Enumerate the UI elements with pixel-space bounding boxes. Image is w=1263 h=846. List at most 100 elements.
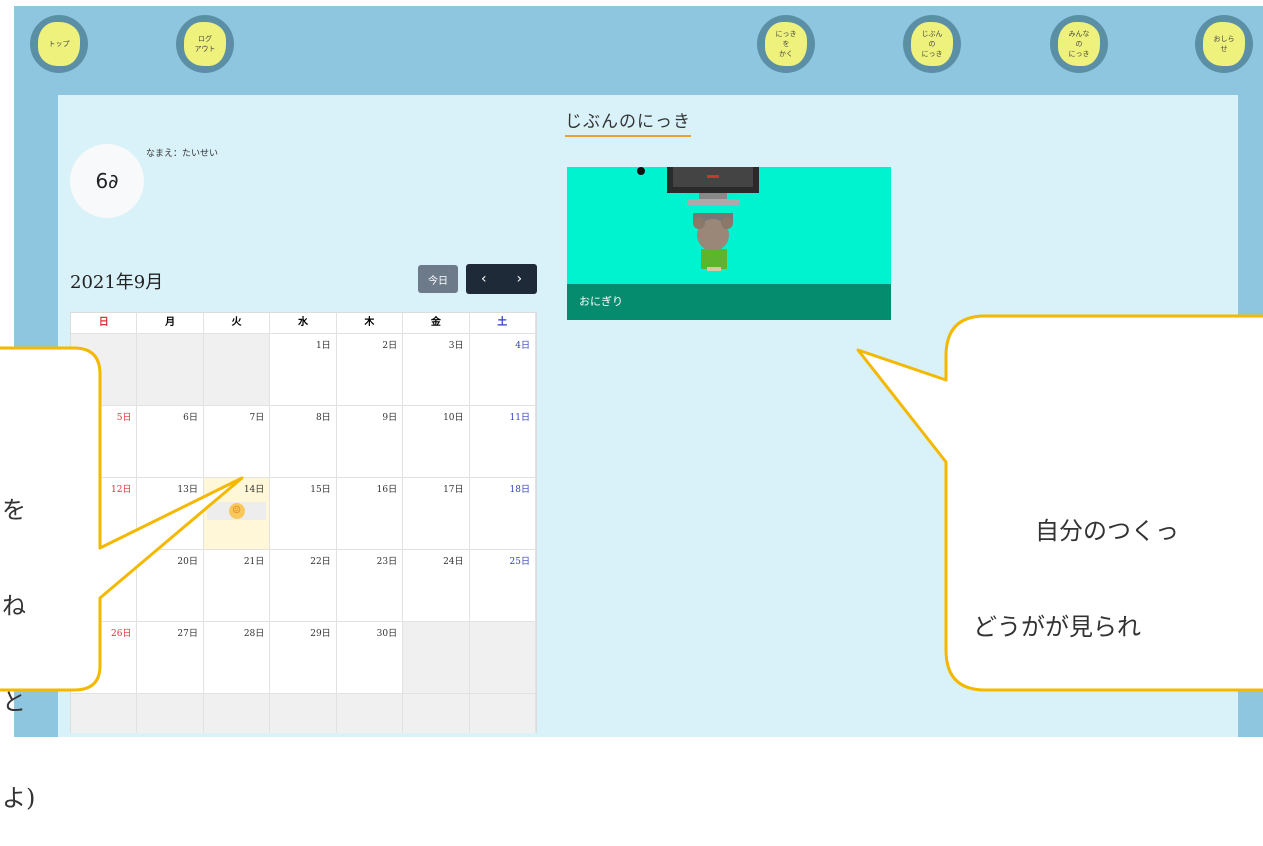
calendar-day-cell xyxy=(336,693,404,733)
calendar-day-cell[interactable]: 17日 xyxy=(403,477,470,549)
nav-news-button[interactable]: おしら せ xyxy=(1195,15,1253,73)
calendar-day-cell[interactable]: 30日 xyxy=(336,621,404,693)
today-button[interactable]: 今日 xyxy=(418,265,458,293)
callout-left-line: と xyxy=(2,688,26,716)
calendar-day-cell xyxy=(270,693,337,733)
nav-my-diary-button[interactable]: じぶん の にっき xyxy=(903,15,961,73)
calendar-day-cell[interactable]: 19日 xyxy=(71,549,138,621)
calendar-week: 12日 13日 14日 ☺ 15日 16日 17日 18日 xyxy=(71,477,536,549)
day-number: 30日 xyxy=(376,629,398,639)
calendar-day-cell xyxy=(403,693,470,733)
diary-thumbnail xyxy=(567,167,891,284)
nav-logout-button[interactable]: ログ アウト xyxy=(176,15,234,73)
calendar-week: 26日 27日 28日 29日 30日 xyxy=(71,621,536,693)
next-month-button[interactable]: › xyxy=(510,271,528,287)
diary-entry-marker[interactable]: ☺ xyxy=(206,502,267,520)
calendar-day-cell xyxy=(71,333,138,405)
calendar-day-cell[interactable]: 3日 xyxy=(403,333,470,405)
day-number: 1日 xyxy=(315,341,331,351)
day-number: 5日 xyxy=(116,413,132,423)
calendar-day-cell[interactable]: 4日 xyxy=(469,333,536,405)
calendar-day-cell[interactable]: 9日 xyxy=(336,405,404,477)
day-number: 21日 xyxy=(243,557,265,567)
nav-top-button[interactable]: トップ xyxy=(30,15,88,73)
nav-write-diary-button[interactable]: にっき を かく xyxy=(757,15,815,73)
calendar-day-cell[interactable]: 10日 xyxy=(403,405,470,477)
calendar-day-cell xyxy=(203,693,271,733)
calendar-day-cell[interactable]: 15日 xyxy=(270,477,337,549)
nav-logout-label: ログ アウト xyxy=(184,22,226,66)
calendar-day-cell[interactable]: 24日 xyxy=(403,549,470,621)
callout-left-line: を xyxy=(2,496,26,524)
calendar-day-cell[interactable]: 25日 xyxy=(469,549,536,621)
nav-my-diary-label: じぶん の にっき xyxy=(911,22,953,66)
day-number: 24日 xyxy=(443,557,464,567)
calendar-day-cell[interactable]: 5日 xyxy=(71,405,138,477)
day-number: 16日 xyxy=(376,485,398,495)
callout-left-text: を ね と よ) xyxy=(2,430,35,846)
calendar-day-cell[interactable]: 8日 xyxy=(270,405,337,477)
calendar-day-cell[interactable]: 21日 xyxy=(203,549,271,621)
nav-news-label: おしら せ xyxy=(1203,22,1245,66)
calendar-day-cell[interactable]: 2日 xyxy=(336,333,404,405)
day-number: 7日 xyxy=(249,413,265,423)
day-number: 19日 xyxy=(110,557,132,567)
day-number: 18日 xyxy=(509,485,530,495)
calendar-day-cell xyxy=(137,693,204,733)
avatar: 6∂ xyxy=(70,144,144,218)
calendar-day-cell[interactable]: 29日 xyxy=(270,621,337,693)
month-nav-group: ‹ › xyxy=(466,264,537,294)
nav-everyone-diary-label: みんな の にっき xyxy=(1058,22,1100,66)
calendar-day-cell[interactable]: 11日 xyxy=(469,405,536,477)
day-number: 2日 xyxy=(382,341,398,351)
weekday-wed: 水 xyxy=(270,313,337,333)
calendar-day-cell-today[interactable]: 14日 ☺ xyxy=(203,477,271,549)
day-number: 10日 xyxy=(443,413,464,423)
day-number: 3日 xyxy=(448,341,464,351)
prev-month-button[interactable]: ‹ xyxy=(475,271,493,287)
calendar-day-cell[interactable]: 1日 xyxy=(270,333,337,405)
weekday-mon: 月 xyxy=(137,313,204,333)
nav-everyone-diary-button[interactable]: みんな の にっき xyxy=(1050,15,1108,73)
calendar-day-cell xyxy=(71,693,138,733)
weekday-tue: 火 xyxy=(204,313,271,333)
calendar-day-cell[interactable]: 7日 xyxy=(203,405,271,477)
calendar-week xyxy=(71,693,536,733)
day-number: 29日 xyxy=(310,629,331,639)
day-number: 17日 xyxy=(443,485,464,495)
pixel-art-scene xyxy=(637,167,759,271)
day-number: 23日 xyxy=(376,557,398,567)
callout-left-line: ね xyxy=(2,592,26,620)
calendar-day-cell xyxy=(203,333,271,405)
calendar-day-cell[interactable]: 18日 xyxy=(469,477,536,549)
calendar-day-cell[interactable]: 20日 xyxy=(137,549,204,621)
day-number: 13日 xyxy=(177,485,198,495)
weekday-thu: 木 xyxy=(337,313,404,333)
calendar-day-cell[interactable]: 16日 xyxy=(336,477,404,549)
calendar-day-cell[interactable]: 26日 xyxy=(71,621,138,693)
calendar-day-cell[interactable]: 12日 xyxy=(71,477,138,549)
day-number: 27日 xyxy=(177,629,198,639)
calendar-day-cell[interactable]: 22日 xyxy=(270,549,337,621)
diary-card-caption: おにぎり xyxy=(567,284,891,320)
calendar-grid: 日 月 火 水 木 金 土 1日 2日 3日 4日 5日 6日 7日 8日 9日… xyxy=(70,312,537,733)
calendar-day-cell[interactable]: 27日 xyxy=(137,621,204,693)
weekday-sun: 日 xyxy=(71,313,138,333)
user-name: なまえ：たいせい xyxy=(146,149,219,159)
calendar-week: 19日 20日 21日 22日 23日 24日 25日 xyxy=(71,549,536,621)
day-number: 26日 xyxy=(110,629,132,639)
calendar-day-cell[interactable]: 23日 xyxy=(336,549,404,621)
calendar-day-cell[interactable]: 28日 xyxy=(203,621,271,693)
calendar-day-cell[interactable]: 13日 xyxy=(137,477,204,549)
glasses-icon: 6∂ xyxy=(95,169,119,193)
callout-right-line: どうがが見られ xyxy=(973,613,1141,641)
diary-card[interactable]: おにぎり xyxy=(567,167,891,320)
calendar-day-cell xyxy=(137,333,204,405)
day-number: 22日 xyxy=(310,557,331,567)
calendar-day-cell xyxy=(469,621,536,693)
day-number: 20日 xyxy=(177,557,198,567)
day-number: 8日 xyxy=(315,413,331,423)
day-number: 15日 xyxy=(310,485,331,495)
calendar-day-cell xyxy=(469,693,536,733)
calendar-day-cell[interactable]: 6日 xyxy=(137,405,204,477)
